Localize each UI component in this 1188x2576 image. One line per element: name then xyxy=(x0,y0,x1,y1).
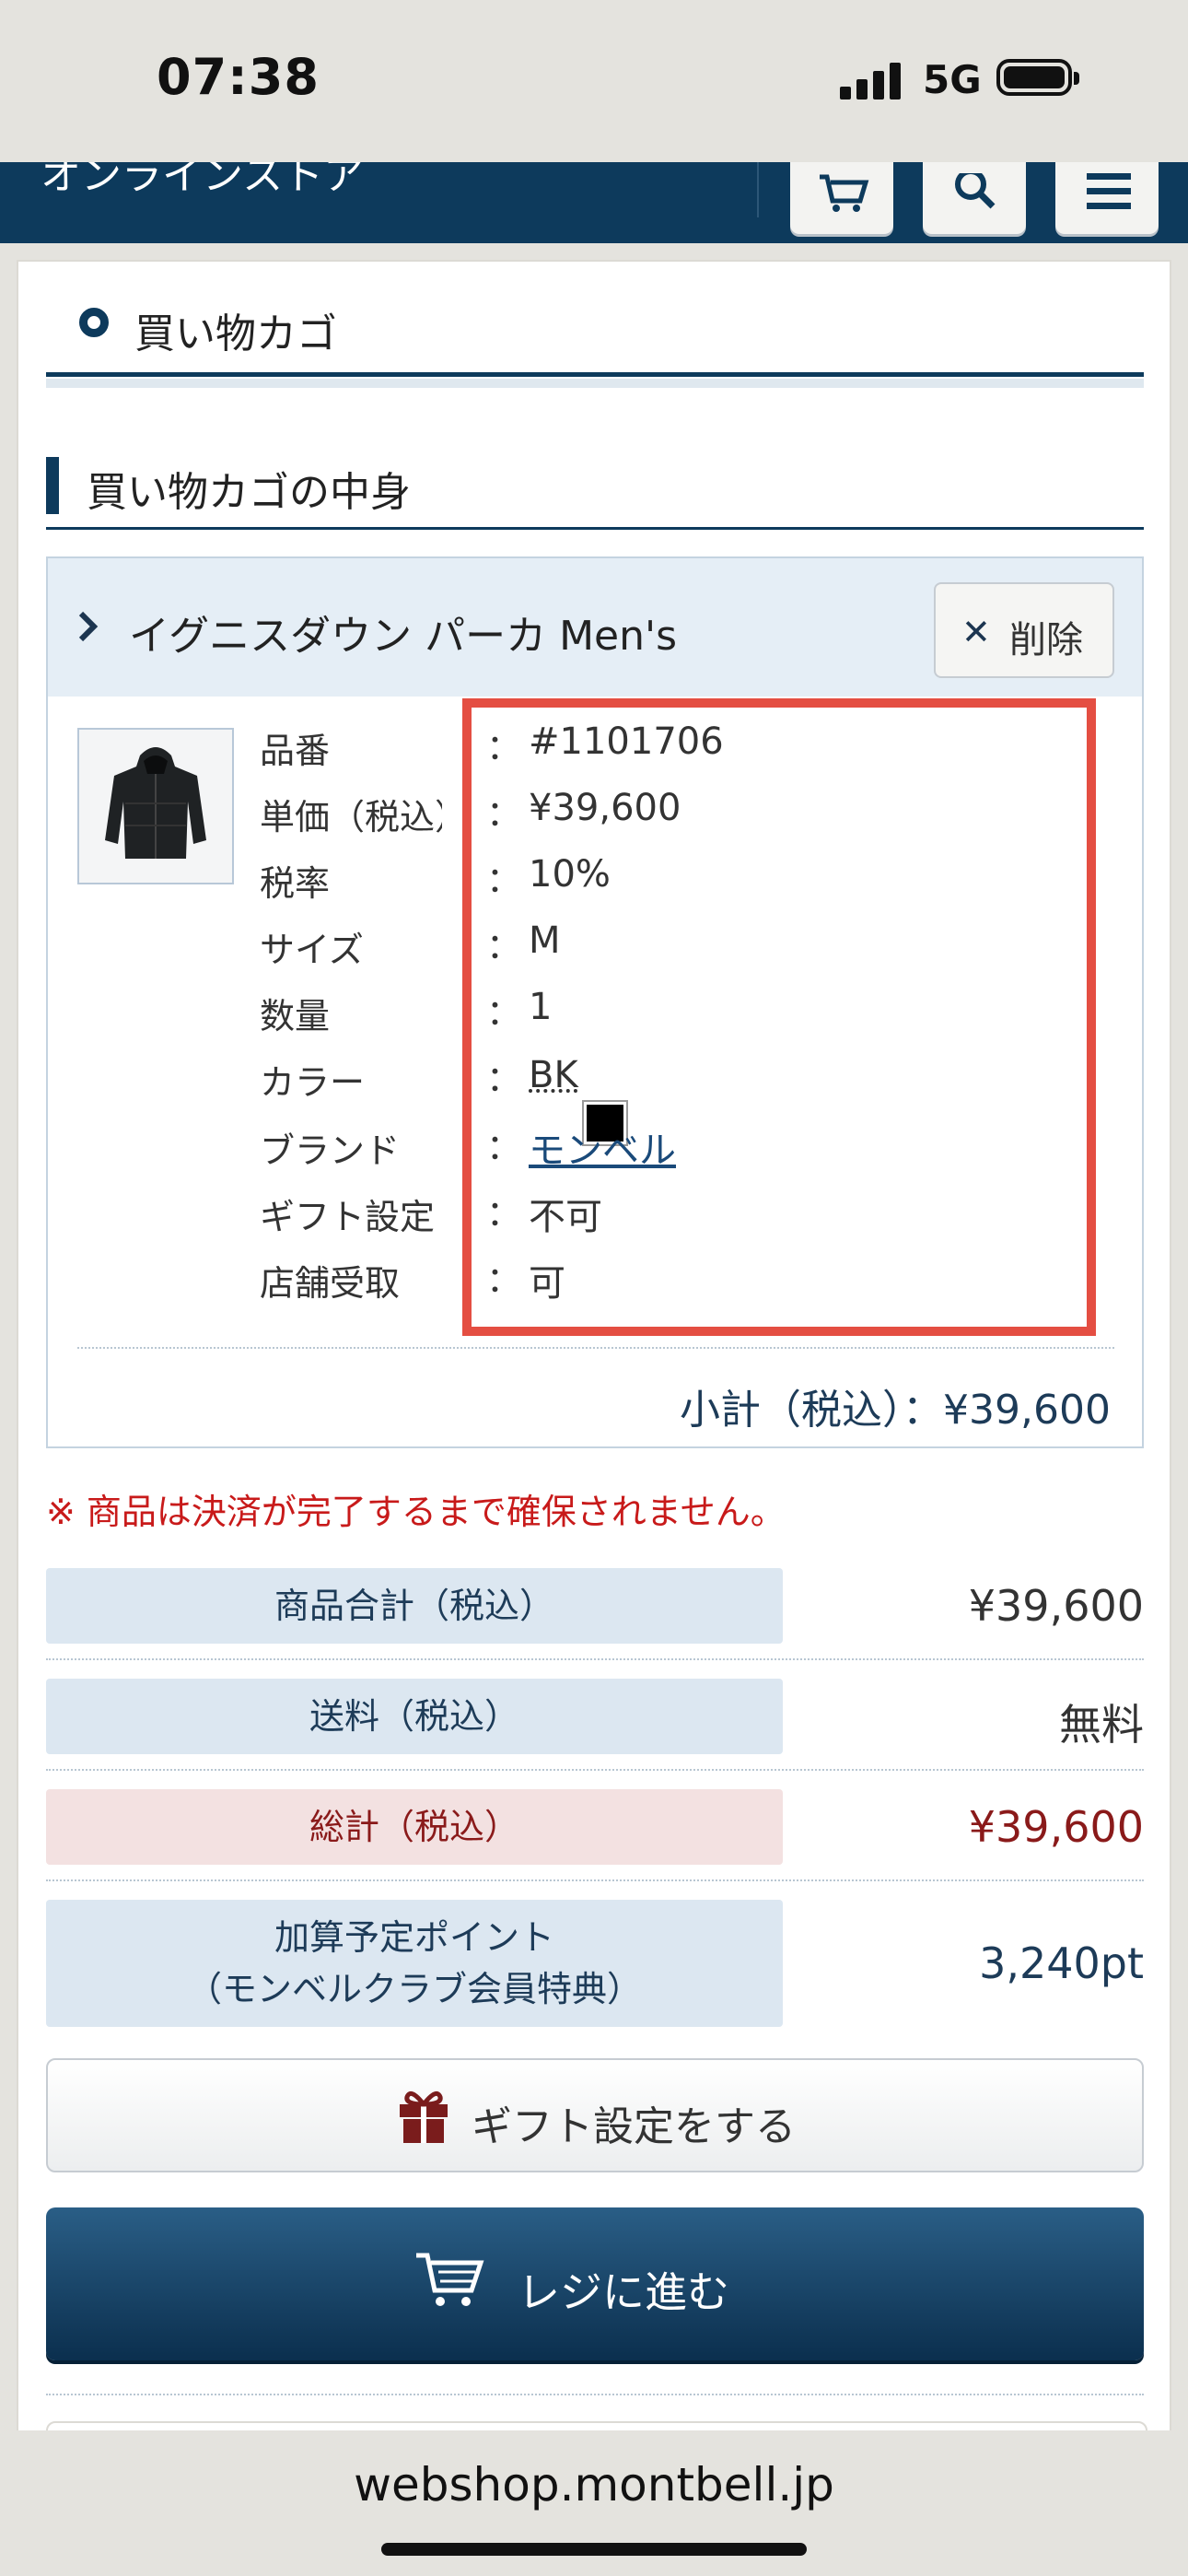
detail-label-size: サイズ xyxy=(260,930,364,970)
network-type: 5G xyxy=(923,57,982,102)
delete-label: 削除 xyxy=(1009,619,1083,662)
summary-shipping: 送料（税込） 無料 xyxy=(46,1679,1144,1754)
search-icon xyxy=(955,173,996,209)
detail-label-quantity: 数量 xyxy=(260,996,331,1036)
detail-label-unit-price: 単価（税込） xyxy=(260,797,442,837)
home-indicator[interactable] xyxy=(381,2543,807,2556)
checkout-button-label: レジに進む xyxy=(518,2267,729,2317)
cart-button[interactable] xyxy=(790,162,893,234)
item-name[interactable]: イグニスダウン パーカ Men's xyxy=(129,603,677,662)
detail-label-tax-rate: 税率 xyxy=(260,863,331,904)
search-button[interactable] xyxy=(923,162,1026,234)
section-title: 買い物カゴの中身 xyxy=(87,469,411,516)
cart-item: イグニスダウン パーカ Men's ✕ 削除 品番 ： #1101706 単価（… xyxy=(46,556,1144,1448)
reservation-notice: ※ 商品は決済が完了するまで確保されません。 xyxy=(46,1492,786,1532)
shipping-value: 無料 xyxy=(1059,1700,1144,1750)
site-header: オンラインストア xyxy=(0,162,1188,243)
summary-items-total: 商品合計（税込） ¥39,600 xyxy=(46,1568,1144,1644)
items-total-value: ¥39,600 xyxy=(968,1581,1144,1631)
delete-button[interactable]: ✕ 削除 xyxy=(934,582,1114,678)
grand-total-label: 総計（税込） xyxy=(46,1789,783,1865)
detail-label-part-number: 品番 xyxy=(260,731,331,771)
header-divider xyxy=(757,162,759,217)
jacket-icon xyxy=(105,747,206,859)
status-time: 07:38 xyxy=(157,48,320,106)
summary-divider xyxy=(46,1879,1144,1881)
product-image[interactable] xyxy=(77,728,234,884)
status-bar: 07:38 5G xyxy=(0,0,1188,162)
points-label: 加算予定ポイント （モンベルクラブ会員特典） xyxy=(46,1900,783,2027)
shipping-label: 送料（税込） xyxy=(46,1679,783,1754)
item-divider xyxy=(77,1347,1114,1349)
ring-icon xyxy=(79,308,109,337)
section-marker xyxy=(46,457,59,514)
title-divider-shadow xyxy=(46,379,1144,388)
points-value: 3,240pt xyxy=(979,1938,1144,1988)
url-field[interactable]: webshop.montbell.jp xyxy=(0,2458,1188,2512)
gift-settings-button[interactable]: ギフト設定をする xyxy=(46,2058,1144,2172)
summary-divider xyxy=(46,1769,1144,1771)
page-title: 買い物カゴ xyxy=(134,310,337,357)
detail-label-brand: ブランド xyxy=(260,1130,401,1171)
browser-url-bar: webshop.montbell.jp xyxy=(0,2430,1188,2576)
close-icon: ✕ xyxy=(961,612,991,652)
menu-icon xyxy=(1087,173,1131,209)
gift-button-label: ギフト設定をする xyxy=(472,2103,796,2150)
main-content: 買い物カゴ 買い物カゴの中身 イグニスダウン パーカ Men's ✕ 削除 品番 xyxy=(17,260,1171,2434)
summary-points: 加算予定ポイント （モンベルクラブ会員特典） 3,240pt xyxy=(46,1900,1144,2027)
detail-label-store-pickup: 店舗受取 xyxy=(260,1263,401,1304)
highlight-box xyxy=(462,698,1096,1336)
cart-icon xyxy=(416,2253,484,2306)
checkout-button[interactable]: レジに進む xyxy=(46,2207,1144,2360)
points-label-line1: 加算予定ポイント xyxy=(274,1917,554,1958)
item-subtotal: 小計（税込）：¥39,600 xyxy=(680,1387,1111,1434)
cart-icon xyxy=(820,174,869,212)
detail-label-gift: ギフト設定 xyxy=(260,1197,436,1237)
points-label-line2: （モンベルクラブ会員特典） xyxy=(186,1969,642,2009)
gift-icon xyxy=(400,2090,448,2143)
battery-icon xyxy=(996,59,1079,96)
cart-item-header[interactable]: イグニスダウン パーカ Men's ✕ 削除 xyxy=(48,558,1142,697)
summary-divider xyxy=(46,1658,1144,1660)
store-name[interactable]: オンラインストア xyxy=(41,162,364,201)
menu-button[interactable] xyxy=(1055,162,1159,234)
summary-grand-total: 総計（税込） ¥39,600 xyxy=(46,1789,1144,1865)
grand-total-value: ¥39,600 xyxy=(968,1802,1144,1852)
section-header: 買い物カゴの中身 xyxy=(46,442,1144,530)
chevron-right-icon xyxy=(78,611,99,642)
signal-icon xyxy=(840,63,903,100)
detail-label-color: カラー xyxy=(260,1062,366,1103)
title-divider xyxy=(46,372,1144,377)
items-total-label: 商品合計（税込） xyxy=(46,1568,783,1644)
bottom-divider xyxy=(46,2394,1144,2395)
